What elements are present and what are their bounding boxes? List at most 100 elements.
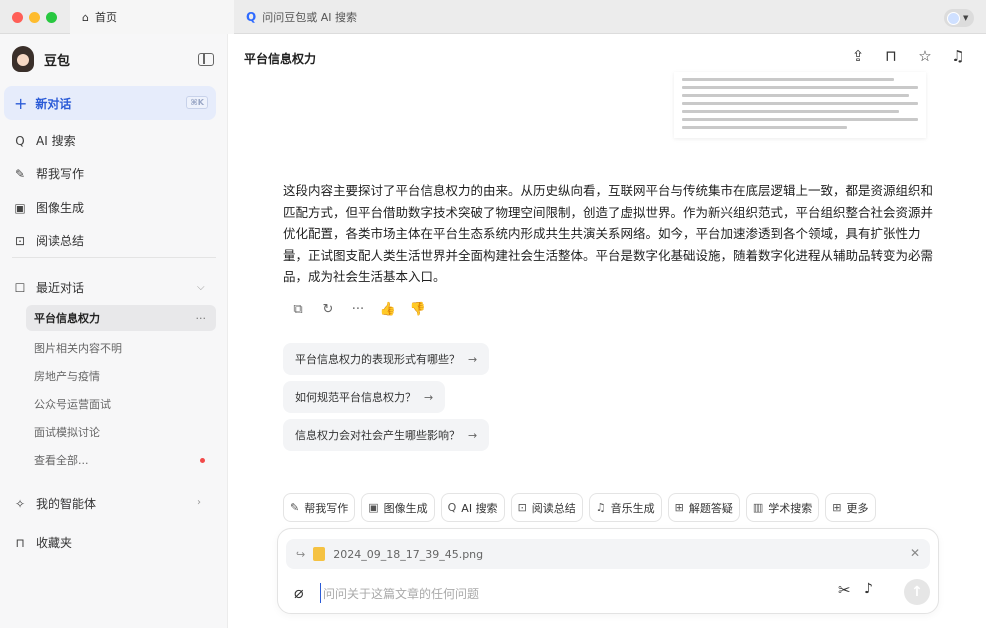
attachment-filename: 2024_09_18_17_39_45.png bbox=[333, 547, 484, 561]
ai-search-icon: Q bbox=[246, 10, 257, 24]
scholar-icon: ▥ bbox=[752, 501, 764, 514]
maximize-window-button[interactable] bbox=[46, 12, 57, 23]
recent-item[interactable]: 房地产与疫情 bbox=[34, 368, 100, 384]
regenerate-icon[interactable]: ↻ bbox=[313, 300, 343, 320]
chip-writing[interactable]: ✎ 帮我写作 bbox=[283, 493, 356, 522]
chip-label: 阅读总结 bbox=[531, 501, 576, 515]
suggested-question[interactable]: 平台信息权力的表现形式有哪些？ → bbox=[283, 343, 490, 375]
pen-icon: ✎ bbox=[14, 166, 26, 181]
star-icon[interactable]: ☆ bbox=[915, 46, 935, 66]
sidebar-recent-header[interactable]: ☐ 最近对话 bbox=[12, 279, 84, 296]
copy-icon[interactable]: ⧉ bbox=[283, 300, 313, 320]
chip-scholar[interactable]: ▥ 学术搜索 bbox=[745, 493, 820, 522]
chip-music[interactable]: ♫ 音乐生成 bbox=[588, 493, 662, 522]
microphone-icon[interactable]: ♪ bbox=[864, 581, 873, 597]
notification-dot bbox=[200, 458, 205, 463]
recent-item[interactable]: 图片相关内容不明 bbox=[34, 340, 122, 356]
solve-icon: ⊞ bbox=[674, 501, 684, 514]
message-composer: ↪ 2024_09_18_17_39_45.png ✕ ⌀ 问问关于这篇文章的任… bbox=[277, 528, 939, 614]
add-bookmark-icon[interactable]: ⊓ bbox=[881, 46, 901, 66]
close-icon[interactable]: ✕ bbox=[910, 546, 920, 560]
view-all-link[interactable]: 查看全部... bbox=[34, 452, 89, 468]
sidebar-item-label: 阅读总结 bbox=[36, 234, 85, 248]
sidebar-item-ai-search[interactable]: Q AI 搜索 bbox=[12, 132, 76, 149]
thumbs-up-icon[interactable]: 👍 bbox=[373, 300, 403, 320]
tab-home[interactable]: ⌂ 首页 bbox=[70, 0, 234, 34]
page-title: 平台信息权力 bbox=[244, 52, 317, 66]
share-icon[interactable]: ⇪ bbox=[848, 46, 868, 66]
assistant-answer: 这段内容主要探讨了平台信息权力的由来。从历史纵向看，互联网平台与传统集市在底层逻… bbox=[283, 183, 934, 284]
recent-item-active[interactable]: 平台信息权力 ··· bbox=[26, 305, 216, 331]
sidebar-item-image[interactable]: ▣ 图像生成 bbox=[12, 199, 84, 216]
chevron-right-icon[interactable]: › bbox=[197, 497, 201, 508]
image-file-icon bbox=[313, 547, 326, 561]
reply-arrow-icon: ↪ bbox=[296, 547, 306, 561]
chip-label: 音乐生成 bbox=[610, 501, 655, 515]
answer-actions: ⧉ ↻ ··· 👍 👎 bbox=[283, 300, 433, 320]
home-icon: ⌂ bbox=[82, 10, 89, 24]
sidebar-item-read[interactable]: ⊡ 阅读总结 bbox=[12, 232, 84, 249]
suggested-question[interactable]: 如何规范平台信息权力？ → bbox=[283, 381, 446, 413]
message-input[interactable]: 问问关于这篇文章的任何问题 bbox=[320, 583, 479, 603]
recent-item[interactable]: 公众号运营面试 bbox=[34, 396, 111, 412]
brand-name: 豆包 bbox=[44, 53, 71, 69]
pen-icon: ✎ bbox=[290, 501, 300, 514]
sidebar-item-label: 帮我写作 bbox=[36, 167, 85, 181]
bookmark-icon: ⊓ bbox=[15, 535, 25, 550]
chip-solve[interactable]: ⊞ 解题答疑 bbox=[667, 493, 740, 522]
paperclip-icon[interactable]: ⌀ bbox=[294, 583, 304, 602]
sidebar-item-favorites[interactable]: ⊓ 收藏夹 bbox=[12, 534, 72, 551]
tab-ai-search-label: 问问豆包或 AI 搜索 bbox=[262, 11, 357, 24]
chip-label: 图像生成 bbox=[383, 501, 428, 515]
chip-ai-search[interactable]: Q AI 搜索 bbox=[440, 493, 505, 522]
chevron-down-icon[interactable]: ⌵ bbox=[197, 282, 205, 293]
sidebar-item-label: 我的智能体 bbox=[36, 497, 97, 511]
more-icon[interactable]: ··· bbox=[343, 300, 373, 320]
new-chat-button[interactable]: + 新对话 ⌘K bbox=[4, 86, 216, 120]
sparkle-icon: ✧ bbox=[14, 496, 26, 511]
avatar bbox=[947, 11, 960, 25]
plus-icon: + bbox=[14, 93, 28, 113]
shortcut-badge: ⌘K bbox=[186, 96, 208, 109]
arrow-right-icon: → bbox=[424, 390, 434, 404]
chip-more[interactable]: ⊞ 更多 bbox=[825, 493, 876, 522]
arrow-right-icon: → bbox=[468, 428, 478, 442]
more-options-icon[interactable]: ··· bbox=[196, 312, 207, 325]
tab-home-label: 首页 bbox=[94, 11, 117, 24]
uploaded-image-thumbnail[interactable] bbox=[674, 72, 926, 138]
chip-image[interactable]: ▣ 图像生成 bbox=[361, 493, 435, 522]
image-icon: ▣ bbox=[14, 200, 26, 215]
chat-bubble-icon: ☐ bbox=[14, 280, 26, 295]
minimize-window-button[interactable] bbox=[29, 12, 40, 23]
send-button[interactable]: ↑ bbox=[904, 579, 930, 605]
brand: 豆包 bbox=[12, 46, 70, 72]
account-menu[interactable]: ▼ bbox=[944, 9, 974, 27]
thumbs-down-icon[interactable]: 👎 bbox=[403, 300, 433, 320]
sidebar-toggle-icon[interactable] bbox=[198, 53, 214, 66]
new-chat-label: 新对话 bbox=[35, 96, 72, 111]
suggestion-text: 信息权力会对社会产生哪些影响？ bbox=[295, 429, 460, 442]
bell-icon[interactable]: ♫ bbox=[948, 46, 968, 66]
sidebar-item-label: AI 搜索 bbox=[36, 134, 76, 148]
close-window-button[interactable] bbox=[12, 12, 23, 23]
chip-label: AI 搜索 bbox=[461, 501, 498, 515]
divider bbox=[12, 257, 216, 258]
suggestion-text: 平台信息权力的表现形式有哪些？ bbox=[295, 353, 460, 366]
attachment-preview: ↪ 2024_09_18_17_39_45.png ✕ bbox=[286, 539, 930, 569]
sidebar-item-writing[interactable]: ✎ 帮我写作 bbox=[12, 165, 84, 182]
chevron-down-icon: ▼ bbox=[963, 14, 969, 22]
read-icon: ⊡ bbox=[517, 501, 527, 514]
recent-item[interactable]: 面试模拟讨论 bbox=[34, 424, 100, 440]
tool-chips: ✎ 帮我写作 ▣ 图像生成 Q AI 搜索 ⊡ 阅读总结 ♫ 音乐生成 ⊞ 解题答疑 ▥ 学术… bbox=[283, 493, 882, 522]
image-icon: ▣ bbox=[368, 501, 379, 514]
doubao-logo-icon bbox=[12, 46, 34, 72]
suggested-question[interactable]: 信息权力会对社会产生哪些影响？ → bbox=[283, 419, 490, 451]
chip-read[interactable]: ⊡ 阅读总结 bbox=[510, 493, 583, 522]
ai-search-icon: Q bbox=[447, 501, 457, 514]
sidebar-item-agents[interactable]: ✧ 我的智能体 bbox=[12, 495, 96, 512]
sidebar: 豆包 + 新对话 ⌘K Q AI 搜索 ✎ 帮我写作 ▣ 图像生成 ⊡ 阅读总结… bbox=[0, 34, 228, 628]
scissors-icon[interactable]: ✂ bbox=[838, 581, 851, 599]
chip-label: 学术搜索 bbox=[768, 501, 813, 515]
recent-title: 最近对话 bbox=[36, 281, 85, 295]
tab-ai-search[interactable]: Q 问问豆包或 AI 搜索 bbox=[246, 0, 357, 34]
